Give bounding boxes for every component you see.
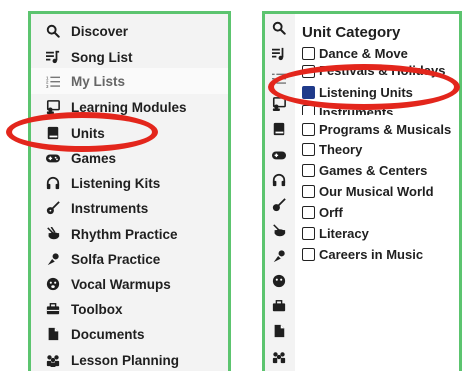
category-option-programs-musicals[interactable]: Programs & Musicals [302,120,451,138]
nav-item-label: Documents [71,326,145,342]
nav-item-label: Listening Kits [71,175,161,191]
category-option-label: Listening Units [319,84,413,100]
unit-category-title: Unit Category [302,24,401,41]
category-option-label: Orff [319,204,343,220]
drum-icon[interactable] [271,223,287,239]
toolbox-icon[interactable] [271,298,287,314]
nav-item-lesson-planning[interactable]: Lesson Planning [31,347,228,371]
nav-item-documents[interactable]: Documents [31,321,228,347]
learning-modules-icon[interactable] [271,96,287,112]
category-option-label: Careers in Music [319,246,424,262]
category-option-games-centers[interactable]: Games & Centers [302,161,427,179]
category-option-dance-move[interactable]: Dance & Move [302,44,408,62]
nav-item-label: Vocal Warmups [71,276,171,292]
category-option-careers-in-music[interactable]: Careers in Music [302,245,423,263]
drum-icon [45,226,61,242]
nav-item-label: Rhythm Practice [71,226,178,242]
checkbox[interactable] [302,205,315,219]
hand-icon[interactable] [271,248,287,264]
left-nav-panel: Discover Song List 123 My Lists Learning… [28,11,231,371]
nav-item-listening-kits[interactable]: Listening Kits [31,170,228,196]
nav-item-instruments[interactable]: Instruments [31,195,228,221]
nav-item-song-list[interactable]: Song List [31,44,228,70]
nav-item-label: Lesson Planning [71,352,180,368]
list-icon: 123 [45,73,61,89]
search-icon[interactable] [271,20,287,36]
category-option-instruments[interactable]: Instruments [302,105,393,115]
checkbox[interactable] [302,65,315,78]
headphones-icon [45,175,61,191]
nav-item-solfa-practice[interactable]: Solfa Practice [31,246,228,272]
category-option-theory[interactable]: Theory [302,140,362,158]
guitar-icon[interactable] [271,197,287,213]
people-icon[interactable] [271,349,287,365]
nav-item-label: Games [71,150,117,166]
unit-category-panel: Unit Category Dance & Move Festivals & H… [262,11,462,371]
category-option-orff[interactable]: Orff [302,203,343,221]
face-icon[interactable] [271,273,287,289]
checkbox[interactable] [302,184,315,198]
nav-item-label: Instruments [71,200,149,216]
nav-item-vocal-warmups[interactable]: Vocal Warmups [31,271,228,297]
nav-item-label: Discover [71,23,129,39]
nav-item-toolbox[interactable]: Toolbox [31,296,228,322]
book-icon [45,125,61,141]
headphones-icon[interactable] [271,172,287,188]
nav-item-label: Learning Modules [71,99,187,115]
checkbox[interactable] [302,46,315,60]
document-icon [45,326,61,342]
nav-item-label: Solfa Practice [71,251,161,267]
nav-item-games[interactable]: Games [31,145,228,171]
category-option-listening-units[interactable]: Listening Units [302,83,413,101]
nav-item-my-lists[interactable]: 123 My Lists [31,68,228,94]
checkbox[interactable] [302,122,315,136]
checkbox[interactable] [302,105,315,115]
nav-item-rhythm-practice[interactable]: Rhythm Practice [31,221,228,247]
gamepad-icon [45,150,61,166]
nav-item-label: Song List [71,49,133,65]
checkbox[interactable] [302,226,315,240]
checkbox[interactable] [302,163,315,177]
checkbox[interactable] [302,247,315,261]
search-icon [45,23,61,39]
category-option-label: Theory [319,141,363,157]
category-option-label: Programs & Musicals [319,121,452,137]
song-list-icon [45,49,61,65]
people-icon [45,352,61,368]
learning-modules-icon [45,99,61,115]
hand-icon [45,251,61,267]
category-option-label: Literacy [319,225,369,241]
collapsed-icon-rail [265,14,295,371]
guitar-icon [45,200,61,216]
category-option-festivals-holidays[interactable]: Festivals & Holidays [302,64,445,78]
book-icon[interactable] [271,121,287,137]
category-option-our-musical-world[interactable]: Our Musical World [302,182,434,200]
nav-item-label: My Lists [71,73,126,89]
category-option-label: Our Musical World [319,183,434,199]
song-list-icon[interactable] [271,46,287,62]
category-option-label: Festivals & Holidays [319,64,446,78]
category-option-label: Games & Centers [319,162,428,178]
checkbox-checked[interactable] [302,85,315,99]
nav-item-label: Toolbox [71,301,123,317]
checkbox[interactable] [302,142,315,156]
category-option-literacy[interactable]: Literacy [302,224,369,242]
nav-item-units[interactable]: Units [31,120,228,146]
document-icon[interactable] [271,323,287,339]
category-option-label: Dance & Move [319,45,408,61]
nav-item-discover[interactable]: Discover [31,18,228,44]
face-icon [45,276,61,292]
gamepad-icon[interactable] [271,147,287,163]
nav-item-label: Units [71,125,105,141]
toolbox-icon [45,301,61,317]
list-icon[interactable] [271,70,287,86]
category-option-label: Instruments [319,105,394,115]
svg-text:3: 3 [46,84,49,88]
nav-item-learning-modules[interactable]: Learning Modules [31,94,228,120]
